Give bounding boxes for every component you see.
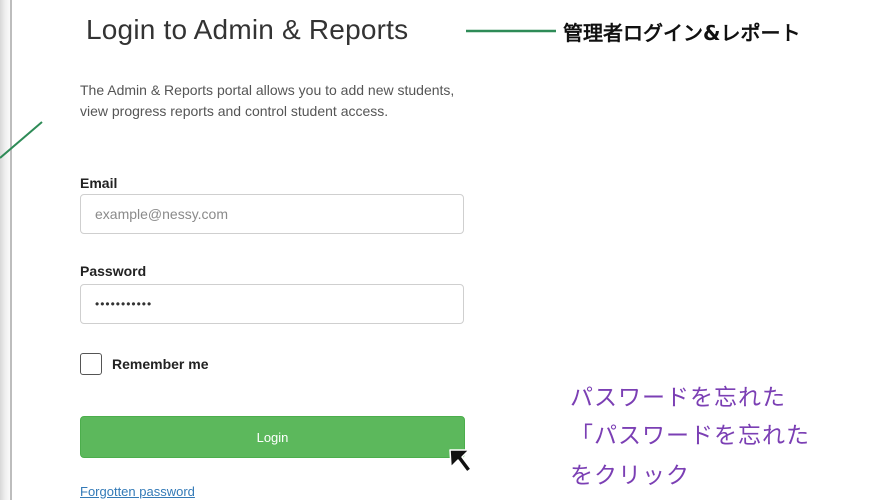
forgot-annotation-line-1: パスワードを忘れた <box>570 385 786 411</box>
email-field[interactable] <box>80 194 464 234</box>
page-description: The Admin & Reports portal allows you to… <box>80 82 455 119</box>
title-annotation-jp: 管理者ログイン&レポート <box>563 21 801 45</box>
remember-me-checkbox[interactable] <box>80 353 102 375</box>
forgot-annotation-line-3: をクリック <box>570 463 690 489</box>
page-title: Login to Admin & Reports <box>86 14 409 45</box>
remember-me-row[interactable]: Remember me <box>80 352 209 376</box>
mouse-cursor-icon <box>449 449 472 473</box>
email-label: Email <box>80 175 118 191</box>
password-field[interactable] <box>80 284 464 324</box>
description-callout-line <box>0 121 43 159</box>
forgot-annotation-line-2: 「パスワードを忘れた <box>570 423 810 449</box>
password-label: Password <box>80 263 147 279</box>
login-button[interactable]: Login <box>80 416 465 458</box>
forgotten-password-link[interactable]: Forgotten password <box>80 484 195 499</box>
remember-me-label: Remember me <box>112 356 209 372</box>
